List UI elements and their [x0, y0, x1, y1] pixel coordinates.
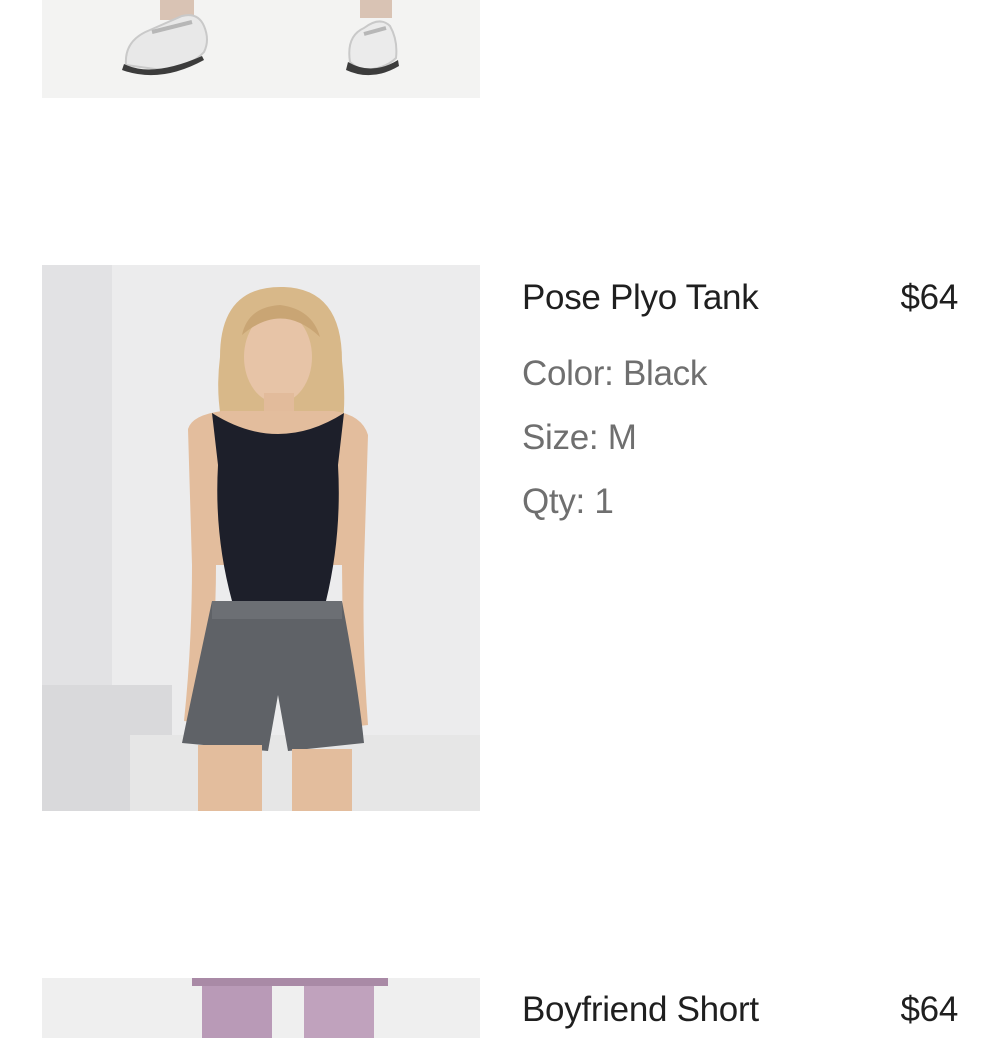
tank-photo [42, 265, 480, 811]
product-price: $64 [900, 278, 959, 317]
product-size: Size: M [522, 418, 637, 457]
cart-item-title-row: Boyfriend Short $64 [522, 990, 958, 1030]
product-name[interactable]: Pose Plyo Tank [522, 278, 759, 318]
cart-item-3-image[interactable] [42, 978, 480, 1038]
product-color: Color: Black [522, 354, 708, 393]
shorts-photo [42, 978, 480, 1038]
cart-item-2-image[interactable] [42, 265, 480, 811]
product-attributes: Color: Black Size: M Qty: 1 [522, 342, 958, 534]
cart-item-1-image[interactable] [42, 0, 480, 98]
sneakers-photo [42, 0, 480, 98]
cart-item-title-row: Pose Plyo Tank $64 [522, 278, 958, 318]
cart-item-3-details: Boyfriend Short $64 [522, 990, 958, 1030]
cart-item-2-details: Pose Plyo Tank $64 Color: Black Size: M … [522, 278, 958, 534]
product-qty: Qty: 1 [522, 482, 614, 521]
product-price: $64 [900, 990, 959, 1029]
product-name[interactable]: Boyfriend Short [522, 990, 759, 1030]
